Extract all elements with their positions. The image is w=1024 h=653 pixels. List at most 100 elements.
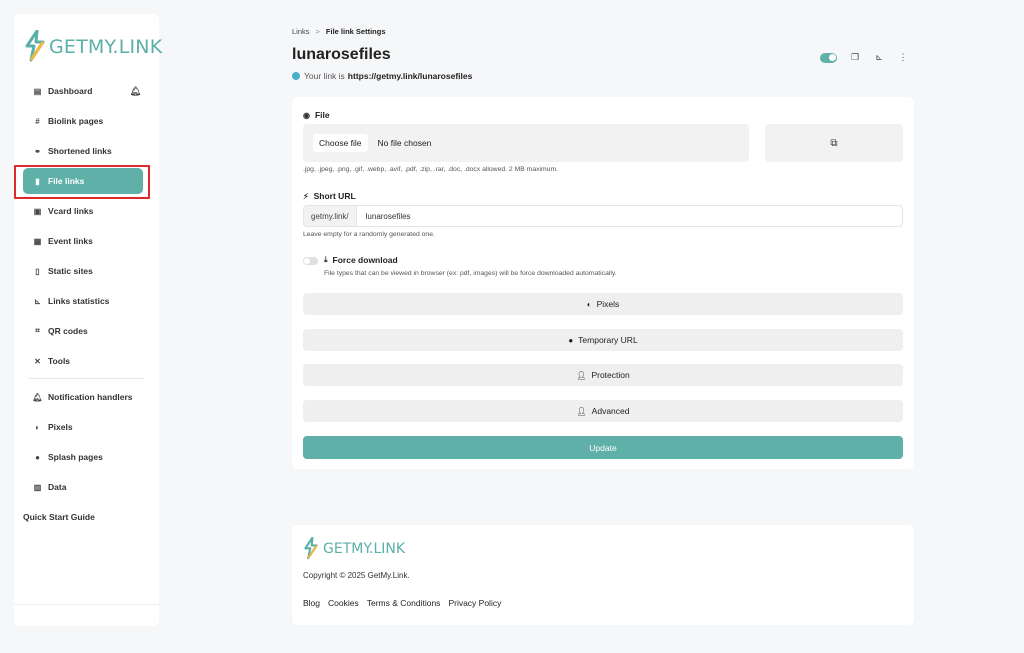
top-actions: ❐ ⊾ ⋮	[820, 52, 909, 63]
sidebar-item-tools[interactable]: ✕ Tools	[23, 346, 151, 376]
chart-icon: ⊾	[34, 296, 41, 306]
advanced-section-button[interactable]: 👤︎ Advanced	[303, 400, 903, 422]
file-input[interactable]: Choose file No file chosen	[303, 124, 749, 162]
dashboard-icon: ▤	[33, 86, 42, 96]
sidebar-item-shortened-links[interactable]: ⚭ Shortened links	[23, 136, 151, 166]
copy-icon[interactable]: ❐	[849, 52, 861, 63]
footer-link-blog[interactable]: Blog	[303, 598, 320, 608]
more-options-icon[interactable]: ⋮	[897, 52, 909, 63]
sidebar-item-label: Notification handlers	[48, 392, 133, 402]
sidebar-item-label: Event links	[48, 236, 93, 246]
breadcrumb-current: File link Settings	[325, 27, 386, 36]
file-code-icon: ▯	[35, 266, 40, 276]
breadcrumb: Links > File link Settings	[292, 27, 386, 36]
footer-logo-text: GETMY.LINK	[323, 541, 406, 557]
force-download-label: ⤓ Force download	[324, 255, 398, 265]
external-link-icon: ⧉	[830, 137, 838, 149]
database-icon: ▥	[33, 482, 42, 492]
enabled-toggle[interactable]	[820, 52, 837, 63]
breadcrumb-parent[interactable]: Links	[292, 27, 310, 36]
sidebar: GETMY.LINK ▤ Dashboard 🔔︎ # Biolink page…	[14, 14, 162, 626]
sidebar-item-biolink-pages[interactable]: # Biolink pages	[23, 106, 151, 136]
your-link: Your link is https://getmy.link/lunarose…	[292, 71, 472, 81]
footer-link-cookies[interactable]: Cookies	[328, 598, 359, 608]
statistics-icon[interactable]: ⊾	[873, 52, 885, 63]
logo-icon	[304, 537, 318, 560]
sidebar-item-label: QR codes	[48, 326, 88, 336]
qr-icon: ⌗	[35, 326, 40, 335]
bolt-icon: ⚡︎	[303, 191, 309, 201]
file-label: ◉ File	[303, 110, 330, 120]
sidebar-item-label: Data	[48, 482, 67, 492]
logo[interactable]: GETMY.LINK	[24, 30, 162, 64]
logo-icon	[25, 30, 45, 62]
sidebar-item-label: Biolink pages	[48, 116, 104, 126]
protection-section-label: Protection	[591, 370, 630, 380]
calendar-icon: ▦	[33, 236, 42, 246]
footer-logo[interactable]: GETMY.LINK	[302, 537, 405, 561]
copyright: Copyright © 2025 GetMy.Link.	[303, 571, 410, 580]
pixels-section-button[interactable]: ◐ Pixels	[303, 293, 903, 315]
sidebar-item-label: Pixels	[48, 422, 73, 432]
sidebar-item-label: Shortened links	[48, 146, 112, 156]
chevron-right-icon: >	[315, 27, 320, 36]
footer-links: Blog Cookies Terms & Conditions Privacy …	[303, 598, 501, 608]
sidebar-item-links-statistics[interactable]: ⊾ Links statistics	[23, 286, 151, 316]
sidebar-item-notification-handlers[interactable]: 🔔︎ Notification handlers	[23, 382, 151, 412]
short-url-label-text: Short URL	[313, 191, 356, 201]
vcard-icon: ▣	[33, 206, 42, 216]
sidebar-item-data[interactable]: ▥ Data	[23, 472, 151, 502]
footer-link-privacy[interactable]: Privacy Policy	[448, 598, 501, 608]
status-dot-icon	[292, 72, 300, 80]
sidebar-item-pixels[interactable]: ◐ Pixels	[23, 412, 151, 442]
file-label-text: File	[314, 110, 330, 120]
hash-icon: #	[35, 116, 40, 126]
protection-section-button[interactable]: 👤︎ Protection	[303, 364, 903, 386]
sidebar-item-label: Links statistics	[48, 296, 110, 306]
temporary-url-section-label: Temporary URL	[578, 335, 638, 345]
nav-divider	[29, 378, 145, 379]
sidebar-nav: ▤ Dashboard 🔔︎ # Biolink pages ⚭ Shorten…	[23, 76, 151, 532]
sidebar-item-event-links[interactable]: ▦ Event links	[23, 226, 151, 256]
footer-link-terms[interactable]: Terms & Conditions	[367, 598, 441, 608]
open-file-button[interactable]: ⧉	[765, 124, 903, 162]
short-url-label: ⚡︎ Short URL	[303, 191, 356, 201]
file-hint: .jpg, .jpeg, .png, .gif, .webp, .avif, .…	[303, 166, 558, 173]
choose-file-button[interactable]: Choose file	[313, 134, 368, 152]
bell-icon[interactable]: 🔔︎	[130, 86, 141, 97]
page-title: lunarosefiles	[292, 46, 391, 63]
short-url-input-group: getmy.link/ lunarosefiles	[303, 205, 903, 227]
clock-icon: ●	[568, 335, 574, 345]
adjust-icon: ◐	[586, 299, 592, 309]
link-icon: ⚭	[34, 146, 41, 156]
sidebar-divider	[14, 604, 159, 605]
sidebar-item-label: Vcard links	[48, 206, 94, 216]
sidebar-item-quick-start-guide[interactable]: Quick Start Guide	[23, 502, 151, 532]
eye-icon: ◉	[303, 110, 310, 120]
sidebar-item-qr-codes[interactable]: ⌗ QR codes	[23, 316, 151, 346]
sidebar-item-static-sites[interactable]: ▯ Static sites	[23, 256, 151, 286]
tools-icon: ✕	[34, 356, 41, 366]
force-download-toggle[interactable]	[303, 257, 318, 265]
sidebar-item-vcard-links[interactable]: ▣ Vcard links	[23, 196, 151, 226]
advanced-section-label: Advanced	[591, 406, 630, 416]
short-url-hint: Leave empty for a randomly generated one…	[303, 231, 435, 238]
short-url-input[interactable]: lunarosefiles	[357, 206, 411, 226]
your-link-url[interactable]: https://getmy.link/lunarosefiles	[348, 71, 473, 81]
temporary-url-section-button[interactable]: ● Temporary URL	[303, 329, 903, 351]
sidebar-item-dashboard[interactable]: ▤ Dashboard 🔔︎	[23, 76, 151, 106]
sidebar-item-splash-pages[interactable]: ● Splash pages	[23, 442, 151, 472]
sidebar-item-label: Quick Start Guide	[23, 512, 95, 522]
user-cog-icon: 👤︎	[576, 406, 587, 416]
logo-text: GETMY.LINK	[49, 36, 163, 58]
sidebar-item-label: Splash pages	[48, 452, 103, 462]
your-link-label: Your link is	[304, 71, 345, 81]
no-file-text: No file chosen	[377, 138, 432, 148]
sidebar-item-label: Static sites	[48, 266, 93, 276]
adjust-icon: ◐	[35, 422, 40, 432]
update-button[interactable]: Update	[303, 436, 903, 459]
file-link-settings-form: ◉ File Choose file No file chosen ⧉ .jpg…	[292, 97, 914, 469]
pixels-section-label: Pixels	[596, 299, 620, 309]
user-lock-icon: 👤︎	[576, 370, 587, 380]
url-prefix: getmy.link/	[304, 206, 357, 226]
